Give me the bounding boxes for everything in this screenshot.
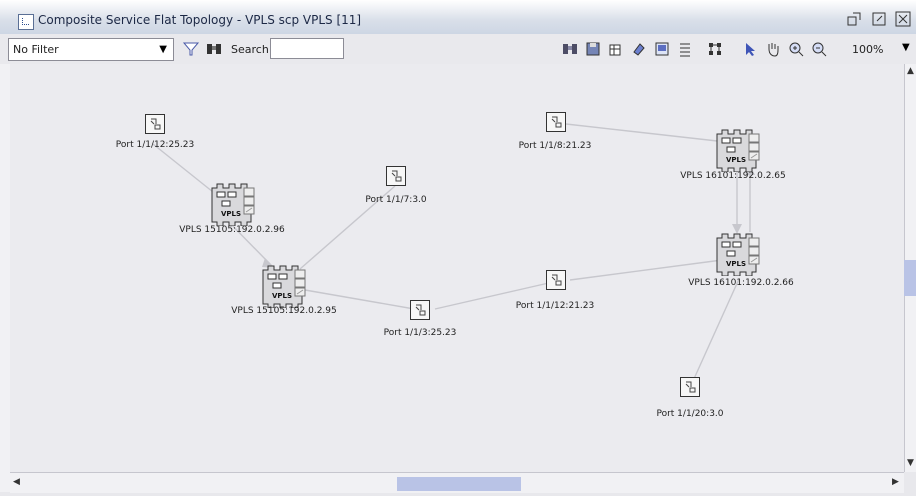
vertical-scroll-thumb[interactable]	[904, 260, 916, 296]
port-node[interactable]	[546, 270, 566, 290]
tree-icon[interactable]	[705, 39, 725, 59]
maximize-icon[interactable]	[870, 10, 888, 28]
save-icon[interactable]	[583, 39, 603, 59]
link-line	[565, 123, 727, 143]
site-badge: VPLS	[221, 210, 242, 218]
site-badge: VPLS	[272, 292, 293, 300]
scroll-down-icon[interactable]: ▼	[907, 458, 914, 468]
vpls-site-node[interactable]: VPLS	[714, 128, 764, 173]
horizontal-scroll-thumb[interactable]	[397, 477, 521, 491]
chevron-down-icon: ▼	[159, 44, 167, 55]
map-icon[interactable]	[652, 39, 672, 59]
scroll-up-icon[interactable]: ▲	[907, 66, 914, 76]
chevron-down-icon[interactable]: ▼	[902, 42, 910, 53]
filter-select[interactable]: No Filter ▼	[8, 38, 174, 61]
topology-canvas[interactable]: Port 1/1/12:25.23 Port 1/1/7:3.0 Port 1/…	[10, 64, 904, 472]
site-badge: VPLS	[726, 260, 747, 268]
topology-window: Composite Service Flat Topology - VPLS s…	[0, 0, 916, 496]
vpls-site-node[interactable]: VPLS	[714, 232, 764, 277]
binoculars-icon[interactable]	[204, 39, 224, 59]
toolbar: No Filter ▼ Search 100% ▼	[0, 34, 916, 65]
vpls-site-node[interactable]: VPLS	[209, 182, 259, 227]
site-label: VPLS 15105:192.0.2.95	[231, 306, 337, 316]
binoculars-icon[interactable]	[560, 39, 580, 59]
port-node[interactable]	[546, 112, 566, 132]
site-label: VPLS 15105:192.0.2.96	[179, 225, 285, 235]
close-icon[interactable]	[894, 10, 912, 28]
port-node[interactable]	[386, 166, 406, 186]
window-title: Composite Service Flat Topology - VPLS s…	[38, 13, 362, 27]
search-input[interactable]	[270, 38, 344, 59]
link-line	[692, 278, 740, 382]
search-label: Search	[231, 43, 269, 56]
filter-value: No Filter	[13, 43, 59, 56]
window-icon	[18, 14, 34, 30]
scroll-left-icon[interactable]: ◀	[13, 477, 20, 487]
link-line	[152, 143, 214, 193]
scroll-right-icon[interactable]: ▶	[892, 477, 899, 487]
filter-icon[interactable]	[181, 39, 201, 59]
restore-icon[interactable]	[846, 10, 864, 28]
layout-icon[interactable]	[606, 39, 626, 59]
site-label: VPLS 16101:192.0.2.65	[680, 171, 786, 181]
list-icon[interactable]	[675, 39, 695, 59]
pointer-icon[interactable]	[740, 39, 760, 59]
zoom-in-icon[interactable]	[786, 39, 806, 59]
port-node[interactable]	[410, 300, 430, 320]
title-bar[interactable]: Composite Service Flat Topology - VPLS s…	[0, 0, 916, 35]
vpls-site-node[interactable]: VPLS	[260, 264, 310, 309]
link-line	[569, 259, 723, 281]
port-label: Port 1/1/3:25.23	[383, 328, 457, 338]
port-node[interactable]	[145, 114, 165, 134]
site-badge: VPLS	[726, 156, 747, 164]
port-label: Port 1/1/12:25.23	[115, 140, 195, 150]
port-label: Port 1/1/7:3.0	[365, 195, 427, 205]
refresh-icon[interactable]	[629, 39, 649, 59]
port-label: Port 1/1/8:21.23	[518, 141, 592, 151]
port-label: Port 1/1/12:21.23	[515, 301, 595, 311]
port-node[interactable]	[680, 377, 700, 397]
site-label: VPLS 16101:192.0.2.66	[688, 278, 794, 288]
zoom-level[interactable]: 100%	[852, 43, 883, 56]
port-label: Port 1/1/20:3.0	[656, 409, 724, 419]
hand-icon[interactable]	[763, 39, 783, 59]
zoom-out-icon[interactable]	[809, 39, 829, 59]
